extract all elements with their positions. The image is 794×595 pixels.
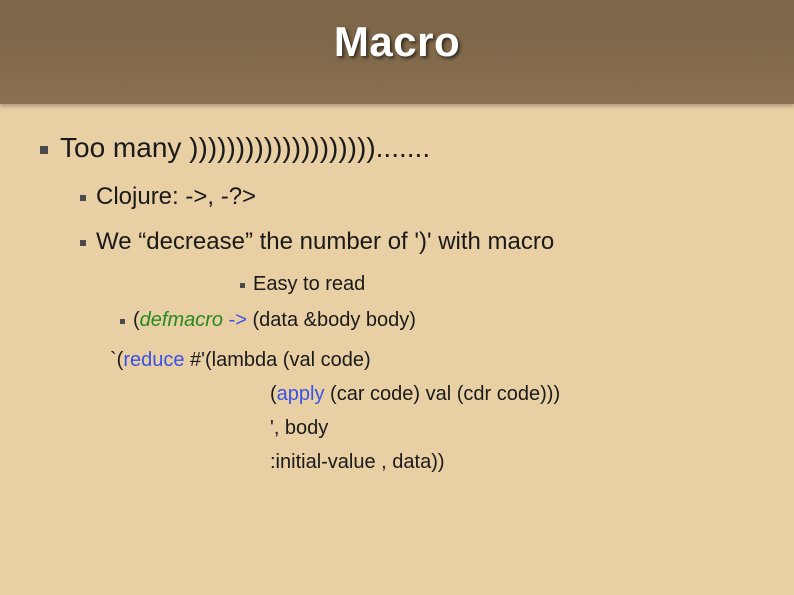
text-lvl3a: Easy to read — [253, 273, 365, 295]
bullet-level3-code: (defmacro -> (data &body body) — [120, 307, 760, 333]
bullet-level1: Too many ))))))))))))))))))))....... — [40, 130, 760, 165]
code-line-2-rest: #'(lambda (val code) — [184, 349, 370, 371]
slide: Macro Too many )))))))))))))))))))).....… — [0, 0, 794, 595]
code-line-3-rest: (car code) val (cdr code))) — [324, 383, 560, 405]
slide-title: Macro — [0, 0, 794, 66]
code-line-3: (apply (car code) val (cdr code))) — [110, 377, 760, 411]
text-lvl2a: Clojure: ->, -?> — [96, 183, 256, 210]
code-line-5: :initial-value , data)) — [110, 445, 760, 479]
code-line-4: ', body — [110, 411, 760, 445]
bullet-icon — [80, 195, 86, 201]
slide-content: Too many ))))))))))))))))))))....... Clo… — [40, 130, 760, 479]
bullet-icon — [120, 319, 125, 324]
text-lvl1: Too many ))))))))))))))))))))....... — [60, 132, 430, 163]
code-keyword-apply: apply — [277, 383, 325, 405]
code-line-2-prefix: `( — [110, 349, 123, 371]
code-line-3-prefix: ( — [270, 383, 277, 405]
code-line-1-prefix: ( — [133, 309, 140, 331]
code-line-2: `(reduce #'(lambda (val code) — [110, 343, 760, 377]
text-lvl2b: We “decrease” the number of ')' with mac… — [96, 228, 554, 255]
bullet-level2: Clojure: ->, -?> — [80, 181, 760, 212]
bullet-level3: Easy to read — [240, 271, 760, 297]
bullet-icon — [40, 146, 48, 154]
bullet-level2: We “decrease” the number of ')' with mac… — [80, 226, 760, 257]
bullet-icon — [240, 283, 245, 288]
code-keyword-defmacro: defmacro — [140, 309, 223, 331]
code-arrow: -> — [223, 309, 252, 331]
title-band: Macro — [0, 0, 794, 104]
code-block: `(reduce #'(lambda (val code) (apply (ca… — [110, 343, 760, 479]
code-line-1-rest: (data &body body) — [253, 309, 416, 331]
bullet-icon — [80, 240, 86, 246]
code-keyword-reduce: reduce — [123, 349, 184, 371]
